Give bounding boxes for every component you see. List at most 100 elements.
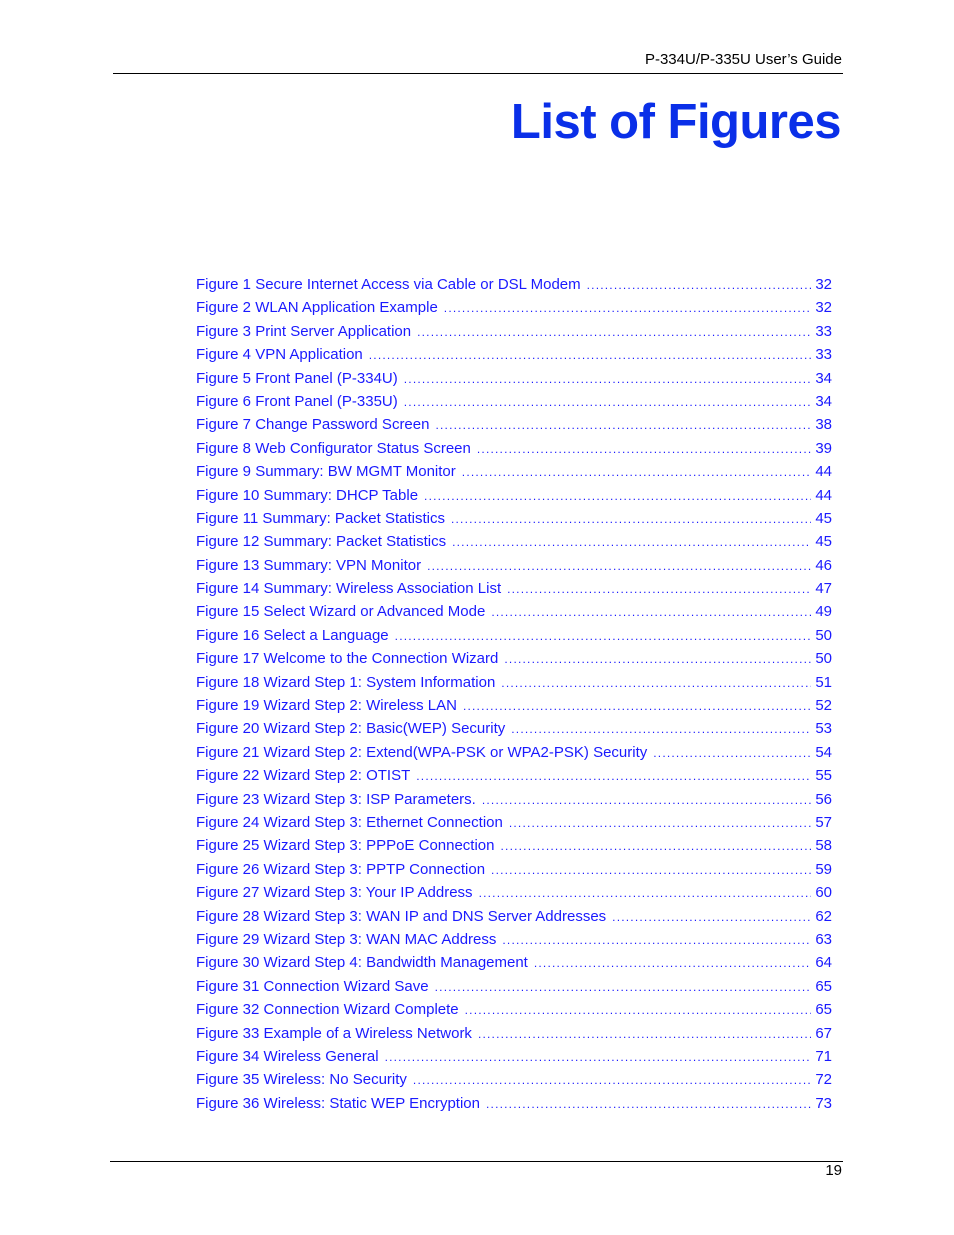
figure-title: Figure 24 Wizard Step 3: Ethernet Connec…	[196, 813, 503, 831]
dot-leader	[501, 672, 811, 695]
figure-title: Figure 25 Wizard Step 3: PPPoE Connectio…	[196, 837, 495, 855]
figure-page-number: 44	[815, 486, 832, 504]
toc-item: Figure 10 Summary: DHCP Table 44	[196, 484, 832, 507]
toc-entry-link[interactable]: Figure 17 Welcome to the Connection Wiza…	[196, 647, 832, 670]
toc-entry-link[interactable]: Figure 29 Wizard Step 3: WAN MAC Address…	[196, 928, 832, 951]
toc-entry-link[interactable]: Figure 27 Wizard Step 3: Your IP Address…	[196, 881, 832, 904]
figure-page-number: 53	[815, 720, 832, 738]
dot-leader	[424, 485, 811, 508]
toc-entry-link[interactable]: Figure 30 Wizard Step 4: Bandwidth Manag…	[196, 951, 832, 974]
figure-title: Figure 26 Wizard Step 3: PPTP Connection	[196, 860, 486, 878]
footer-divider	[110, 1161, 843, 1162]
toc-entry-link[interactable]: Figure 8 Web Configurator Status Screen …	[196, 437, 832, 460]
toc-item: Figure 1 Secure Internet Access via Cabl…	[196, 273, 832, 296]
toc-entry-link[interactable]: Figure 1 Secure Internet Access via Cabl…	[196, 273, 832, 296]
toc-item: Figure 5 Front Panel (P-334U) 34	[196, 367, 832, 390]
toc-entry-link[interactable]: Figure 12 Summary: Packet Statistics 45	[196, 530, 832, 553]
figure-title: Figure 8 Web Configurator Status Screen	[196, 439, 471, 457]
dot-leader	[478, 1023, 811, 1046]
toc-entry-link[interactable]: Figure 9 Summary: BW MGMT Monitor 44	[196, 460, 832, 483]
toc-entry-link[interactable]: Figure 31 Connection Wizard Save 65	[196, 975, 832, 998]
figure-title: Figure 36 Wireless: Static WEP Encryptio…	[196, 1094, 480, 1112]
figure-page-number: 51	[815, 673, 832, 691]
toc-entry-link[interactable]: Figure 3 Print Server Application 33	[196, 320, 832, 343]
figure-title: Figure 28 Wizard Step 3: WAN IP and DNS …	[196, 907, 607, 925]
toc-entry-link[interactable]: Figure 16 Select a Language 50	[196, 624, 832, 647]
figure-title: Figure 4 VPN Application	[196, 346, 363, 364]
toc-entry-link[interactable]: Figure 26 Wizard Step 3: PPTP Connection…	[196, 858, 832, 881]
figure-title: Figure 18 Wizard Step 1: System Informat…	[196, 673, 496, 691]
figure-page-number: 44	[815, 463, 832, 481]
figure-page-number: 65	[815, 1001, 832, 1019]
toc-item: Figure 4 VPN Application 33	[196, 343, 832, 366]
toc-entry-link[interactable]: Figure 25 Wizard Step 3: PPPoE Connectio…	[196, 834, 832, 857]
toc-entry-link[interactable]: Figure 20 Wizard Step 2: Basic(WEP) Secu…	[196, 717, 832, 740]
dot-leader	[413, 1069, 811, 1092]
toc-entry-link[interactable]: Figure 36 Wireless: Static WEP Encryptio…	[196, 1092, 832, 1115]
dot-leader	[479, 882, 812, 905]
figure-title: Figure 14 Summary: Wireless Association …	[196, 580, 502, 598]
toc-entry-link[interactable]: Figure 19 Wizard Step 2: Wireless LAN 52	[196, 694, 832, 717]
figure-page-number: 46	[815, 556, 832, 574]
figure-page-number: 45	[815, 533, 832, 551]
dot-leader	[587, 274, 812, 297]
toc-entry-link[interactable]: Figure 5 Front Panel (P-334U) 34	[196, 367, 832, 390]
figure-page-number: 33	[815, 346, 832, 364]
toc-entry-link[interactable]: Figure 15 Select Wizard or Advanced Mode…	[196, 600, 832, 623]
dot-leader	[511, 718, 811, 741]
figure-page-number: 72	[815, 1071, 832, 1089]
figure-title: Figure 13 Summary: VPN Monitor	[196, 556, 422, 574]
toc-entry-link[interactable]: Figure 24 Wizard Step 3: Ethernet Connec…	[196, 811, 832, 834]
toc-entry-link[interactable]: Figure 10 Summary: DHCP Table 44	[196, 484, 832, 507]
toc-item: Figure 32 Connection Wizard Complete 65	[196, 998, 832, 1021]
running-header-guide-title: P-334U/P-335U User’s Guide	[644, 51, 842, 68]
figure-title: Figure 7 Change Password Screen	[196, 416, 430, 434]
figure-page-number: 67	[815, 1024, 832, 1042]
dot-leader	[477, 438, 811, 461]
figure-title: Figure 17 Welcome to the Connection Wiza…	[196, 650, 499, 668]
toc-item: Figure 16 Select a Language 50	[196, 624, 832, 647]
toc-entry-link[interactable]: Figure 22 Wizard Step 2: OTIST 55	[196, 764, 832, 787]
figure-page-number: 62	[815, 907, 832, 925]
toc-entry-link[interactable]: Figure 32 Connection Wizard Complete 65	[196, 998, 832, 1021]
figure-title: Figure 34 Wireless General	[196, 1047, 379, 1065]
figure-page-number: 32	[815, 299, 832, 317]
dot-leader	[486, 1093, 811, 1116]
figure-page-number: 64	[815, 954, 832, 972]
toc-entry-link[interactable]: Figure 34 Wireless General 71	[196, 1045, 832, 1068]
toc-entry-link[interactable]: Figure 11 Summary: Packet Statistics 45	[196, 507, 832, 530]
toc-item: Figure 19 Wizard Step 2: Wireless LAN 52	[196, 694, 832, 717]
toc-entry-link[interactable]: Figure 23 Wizard Step 3: ISP Parameters.…	[196, 788, 832, 811]
toc-entry-link[interactable]: Figure 35 Wireless: No Security 72	[196, 1068, 832, 1091]
dot-leader	[451, 508, 811, 531]
page-title: List of Figures	[510, 95, 842, 149]
dot-leader	[435, 976, 812, 999]
toc-entry-link[interactable]: Figure 14 Summary: Wireless Association …	[196, 577, 832, 600]
dot-leader	[427, 555, 811, 578]
toc-entry-link[interactable]: Figure 13 Summary: VPN Monitor 46	[196, 554, 832, 577]
figure-title: Figure 19 Wizard Step 2: Wireless LAN	[196, 697, 457, 715]
toc-item: Figure 9 Summary: BW MGMT Monitor 44	[196, 460, 832, 483]
dot-leader	[452, 531, 811, 554]
figure-title: Figure 12 Summary: Packet Statistics	[196, 533, 447, 551]
toc-item: Figure 20 Wizard Step 2: Basic(WEP) Secu…	[196, 717, 832, 740]
toc-entry-link[interactable]: Figure 6 Front Panel (P-335U) 34	[196, 390, 832, 413]
toc-entry-link[interactable]: Figure 33 Example of a Wireless Network …	[196, 1022, 832, 1045]
figure-page-number: 56	[815, 790, 832, 808]
figure-page-number: 38	[815, 416, 832, 434]
toc-item: Figure 7 Change Password Screen 38	[196, 413, 832, 436]
toc-entry-link[interactable]: Figure 7 Change Password Screen 38	[196, 413, 832, 436]
figure-page-number: 63	[815, 930, 832, 948]
figure-title: Figure 27 Wizard Step 3: Your IP Address	[196, 884, 473, 902]
figure-page-number: 47	[815, 580, 832, 598]
dot-leader	[653, 742, 811, 765]
toc-entry-link[interactable]: Figure 21 Wizard Step 2: Extend(WPA-PSK …	[196, 741, 832, 764]
figure-page-number: 59	[815, 860, 832, 878]
dot-leader	[385, 1046, 812, 1069]
toc-item: Figure 22 Wizard Step 2: OTIST 55	[196, 764, 832, 787]
toc-entry-link[interactable]: Figure 2 WLAN Application Example 32	[196, 296, 832, 319]
figure-page-number: 60	[815, 884, 832, 902]
toc-entry-link[interactable]: Figure 4 VPN Application 33	[196, 343, 832, 366]
toc-entry-link[interactable]: Figure 18 Wizard Step 1: System Informat…	[196, 671, 832, 694]
toc-entry-link[interactable]: Figure 28 Wizard Step 3: WAN IP and DNS …	[196, 905, 832, 928]
